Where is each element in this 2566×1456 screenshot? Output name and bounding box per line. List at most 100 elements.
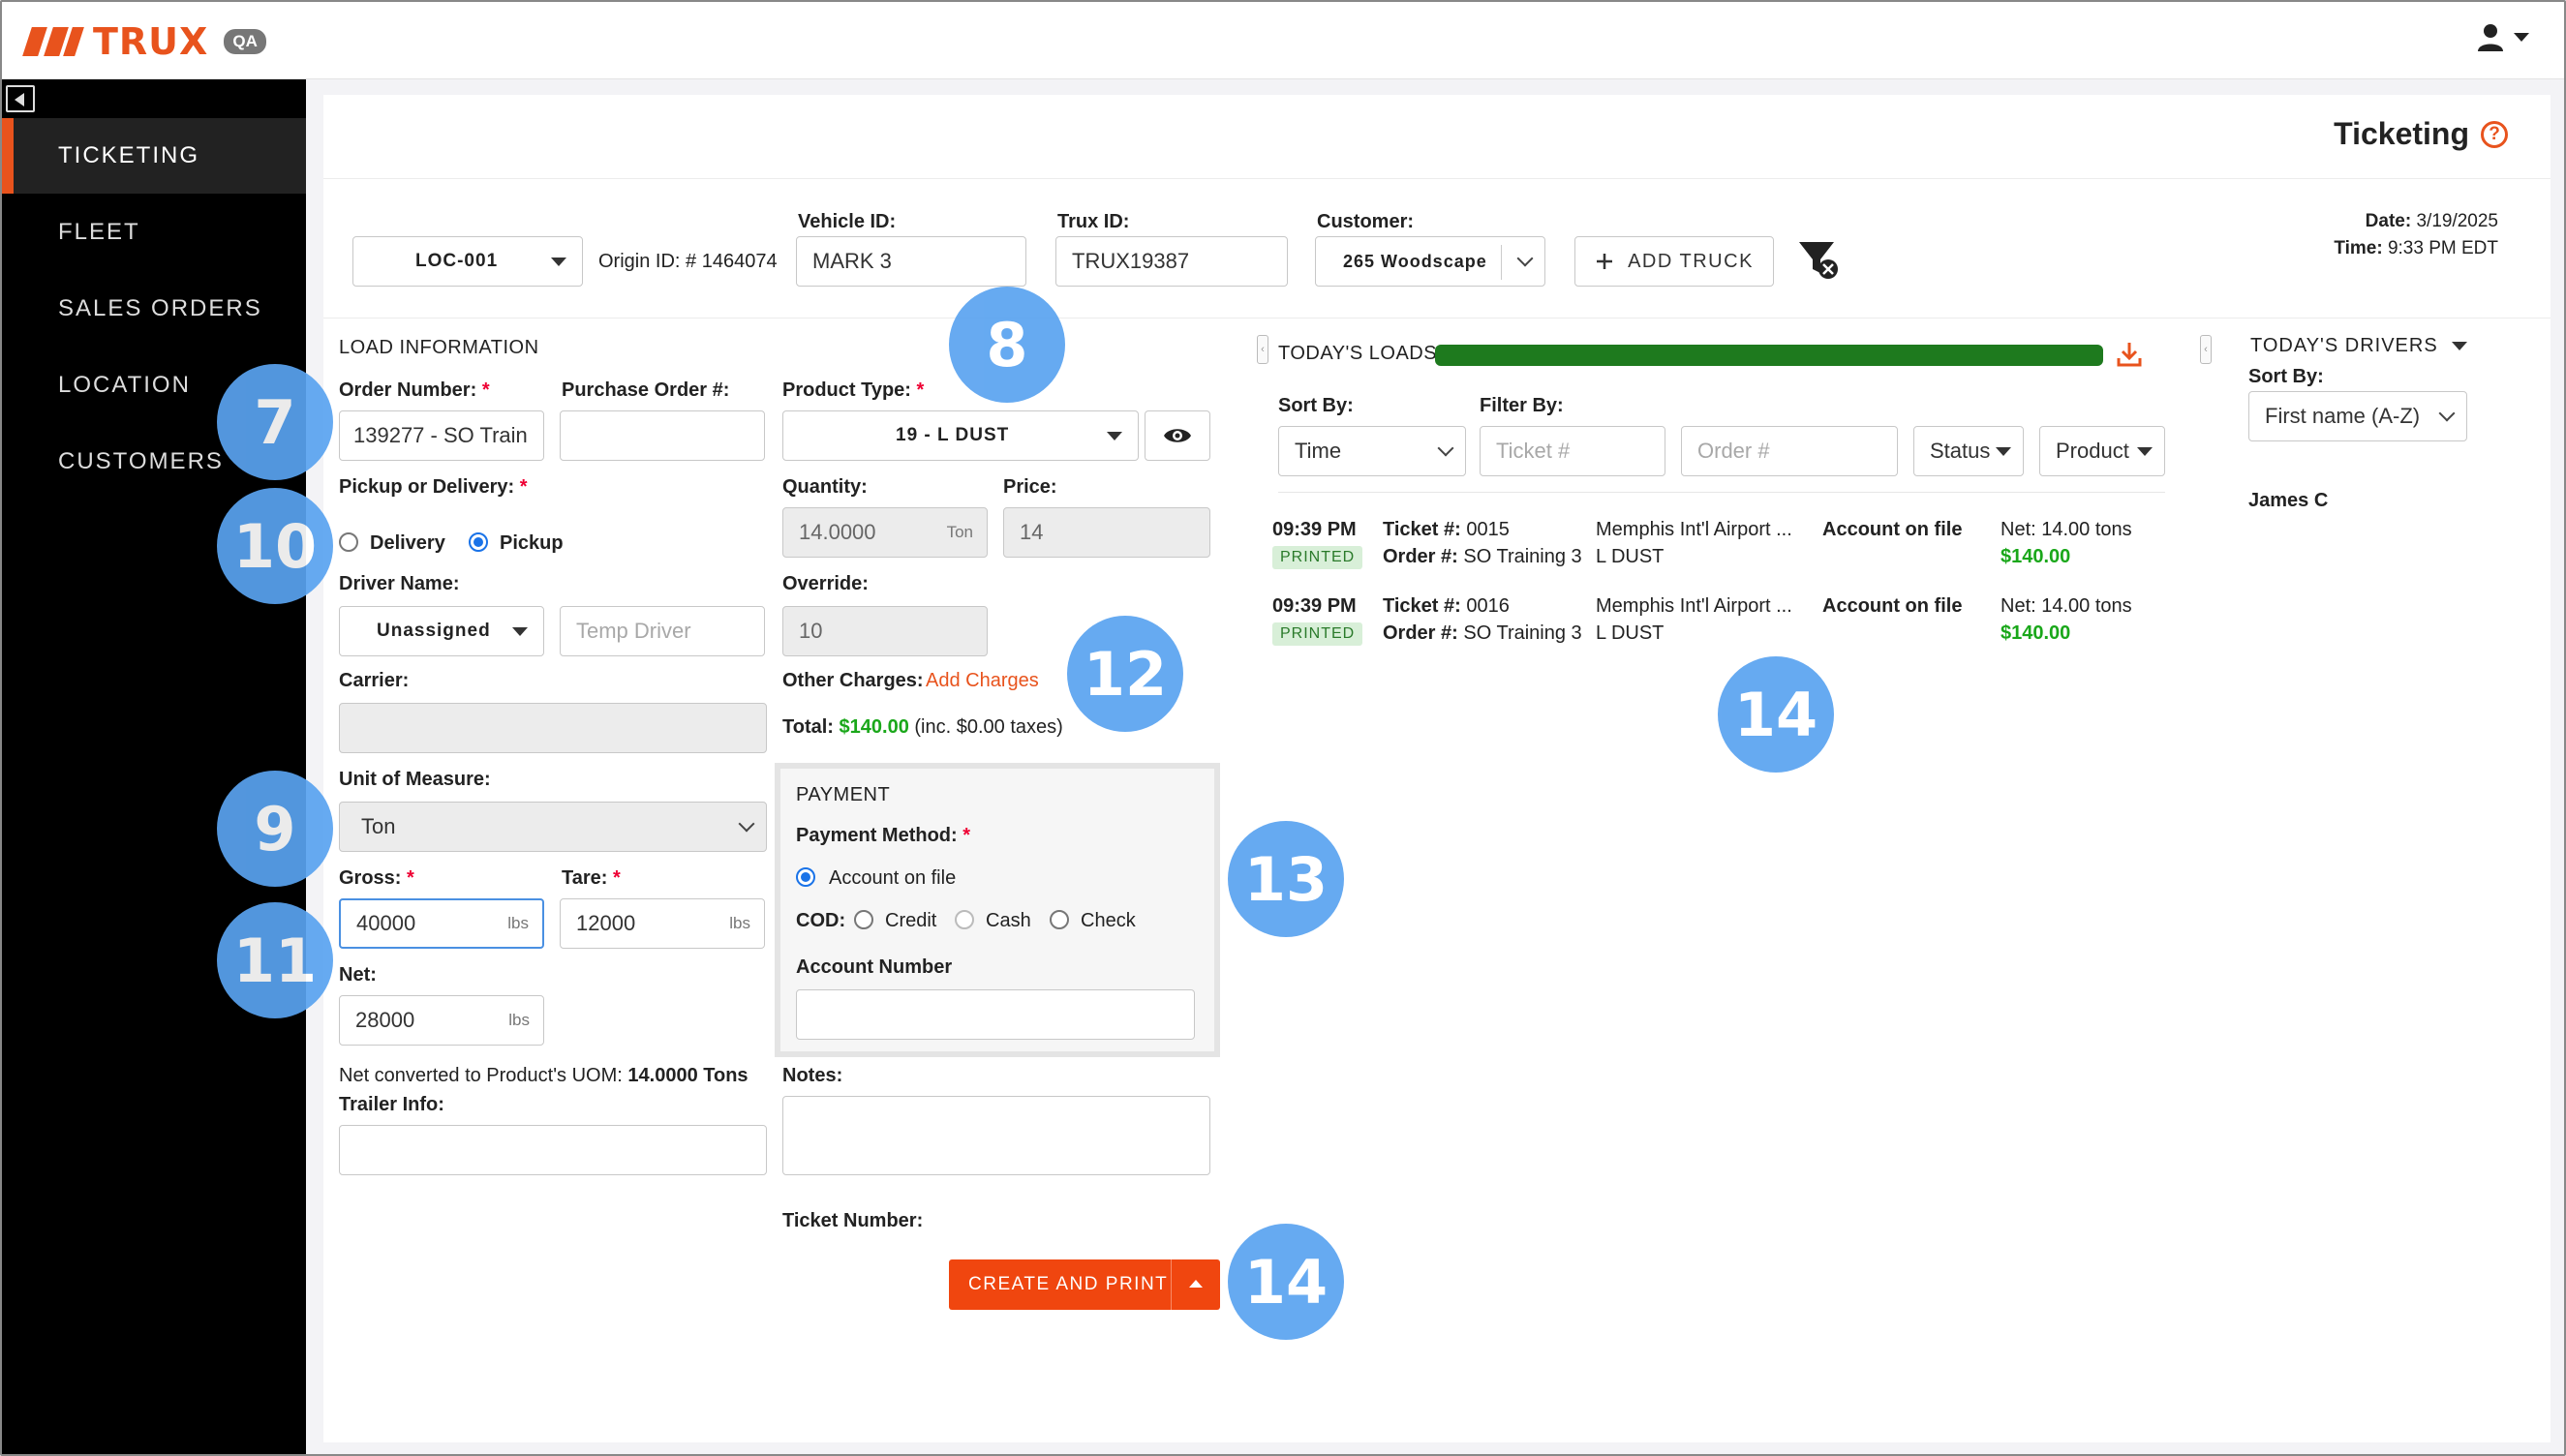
loads-progress-bar [1435, 345, 2103, 366]
annotation-badge: 14 [1718, 656, 1834, 773]
time-label: Time: [2334, 238, 2383, 258]
load-amount: $140.00 [2001, 546, 2071, 567]
driver-select[interactable]: Unassigned [339, 606, 544, 656]
cash-label: Cash [986, 910, 1031, 931]
credit-radio[interactable] [854, 910, 873, 929]
panel-resize-handle[interactable]: ‹ [2200, 335, 2212, 364]
carrier-input[interactable] [339, 703, 767, 753]
account-on-file-label: Account on file [829, 867, 957, 889]
delivery-radio[interactable] [339, 532, 358, 552]
account-on-file-radio[interactable] [796, 867, 815, 887]
drivers-sort-select[interactable]: First name (A-Z) [2248, 391, 2467, 441]
collapse-sidebar-icon[interactable] [6, 85, 35, 112]
order-number-input[interactable]: 139277 - SO Train [339, 410, 544, 461]
order-number-label: Order Number: * [339, 379, 490, 401]
quantity-input[interactable]: 14.0000 Ton [782, 507, 988, 558]
notes-label: Notes: [782, 1065, 843, 1086]
create-and-print-button[interactable]: CREATE AND PRINT [949, 1259, 1220, 1310]
load-location: Memphis Int'l Airport ... [1596, 595, 1792, 617]
load-payment: Account on file [1822, 595, 1963, 617]
pickup-delivery-label: Pickup or Delivery: * [339, 476, 528, 498]
net-input[interactable]: 28000 lbs [339, 995, 544, 1046]
net-label: Net: [339, 964, 377, 986]
cash-radio[interactable] [955, 910, 974, 929]
chevron-down-icon [2438, 405, 2456, 422]
notes-textarea[interactable] [782, 1096, 1210, 1175]
product-filter-dropdown[interactable]: Product [2039, 426, 2165, 476]
payment-title: PAYMENT [796, 784, 891, 805]
payment-section: PAYMENT Payment Method: * Account on fil… [775, 763, 1220, 1057]
status-badge: PRINTED [1272, 546, 1363, 569]
ticket-number-label: Ticket Number: [782, 1210, 924, 1231]
chevron-down-icon [1516, 250, 1534, 267]
annotation-badge: 12 [1067, 616, 1183, 732]
add-truck-button[interactable]: ADD TRUCK [1574, 236, 1774, 287]
override-input[interactable]: 10 [782, 606, 988, 656]
drivers-sort-label: Sort By: [2248, 366, 2324, 387]
net-converted-text: Net converted to Product's UOM: [339, 1065, 623, 1086]
sort-by-value: Time [1295, 439, 1342, 463]
driver-list-item[interactable]: James C [2248, 490, 2328, 512]
customer-select[interactable]: 265 Woodscape [1315, 236, 1545, 287]
loads-progress-fill [1435, 345, 2103, 366]
chevron-down-icon [2137, 447, 2153, 456]
gross-label: Gross: * [339, 867, 414, 889]
account-number-input[interactable] [796, 989, 1195, 1040]
sort-by-select[interactable]: Time [1278, 426, 1466, 476]
sidebar-item-sales-orders[interactable]: SALES ORDERS [2, 271, 306, 347]
load-ticket: Ticket #: 0015 [1383, 519, 1510, 540]
check-radio[interactable] [1050, 910, 1069, 929]
trux-id-input[interactable]: TRUX19387 [1055, 236, 1288, 287]
temp-driver-input[interactable]: Temp Driver [560, 606, 765, 656]
todays-drivers-toggle[interactable]: TODAY'S DRIVERS [2250, 335, 2468, 357]
drivers-sort-value: First name (A-Z) [2265, 404, 2421, 428]
sidebar-item-fleet[interactable]: FLEET [2, 195, 306, 270]
override-label: Override: [782, 573, 869, 594]
carrier-label: Carrier: [339, 670, 410, 691]
panel-resize-handle[interactable]: ‹ [1257, 335, 1268, 364]
add-charges-link[interactable]: Add Charges [926, 670, 1039, 692]
user-icon [2478, 24, 2503, 51]
ticket-filter-input[interactable]: Ticket # [1480, 426, 1665, 476]
pickup-radio[interactable] [469, 532, 488, 552]
location-select[interactable]: LOC-001 [352, 236, 583, 287]
credit-label: Credit [885, 910, 937, 931]
trailer-info-label: Trailer Info: [339, 1094, 444, 1115]
divider [323, 178, 2551, 179]
purchase-order-input[interactable] [560, 410, 765, 461]
delivery-label: Delivery [370, 532, 445, 554]
product-filter-label: Product [2056, 439, 2129, 463]
date-value: 3/19/2025 [2416, 211, 2498, 231]
net-unit: lbs [508, 1011, 530, 1029]
help-icon[interactable]: ? [2481, 120, 2508, 148]
user-menu[interactable] [2477, 23, 2529, 52]
sidebar-item-ticketing[interactable]: TICKETING [2, 118, 306, 194]
product-type-label: Product Type: * [782, 379, 925, 401]
load-location: Memphis Int'l Airport ... [1596, 519, 1792, 540]
trailer-info-input[interactable] [339, 1125, 767, 1175]
check-label: Check [1081, 910, 1136, 931]
brand-logo[interactable]: TRUX QA [22, 23, 266, 60]
load-net: Net: 14.00 tons [2001, 595, 2132, 617]
view-product-button[interactable] [1145, 410, 1210, 461]
status-filter-dropdown[interactable]: Status [1913, 426, 2024, 476]
gross-input[interactable]: 40000 lbs [339, 898, 544, 949]
chevron-down-icon [1437, 440, 1454, 457]
tare-unit: lbs [729, 914, 750, 932]
vehicle-id-input[interactable]: MARK 3 [796, 236, 1026, 287]
net-value: 28000 [355, 1008, 415, 1032]
product-type-select[interactable]: 19 - L DUST [782, 410, 1139, 461]
clear-filter-icon[interactable] [1797, 240, 1842, 281]
uom-select[interactable]: Ton [339, 802, 767, 852]
load-time: 09:39 PM [1272, 519, 1357, 540]
sidebar: TICKETING FLEET SALES ORDERS LOCATION CU… [2, 79, 306, 1454]
pickup-label: Pickup [500, 532, 564, 554]
load-ticket: Ticket #: 0016 [1383, 595, 1510, 617]
download-icon[interactable] [2117, 341, 2142, 368]
price-input[interactable]: 14 [1003, 507, 1210, 558]
tare-input[interactable]: 12000 lbs [560, 898, 765, 949]
eye-icon [1164, 429, 1191, 442]
chevron-up-icon[interactable] [1189, 1280, 1203, 1288]
order-filter-input[interactable]: Order # [1681, 426, 1898, 476]
env-badge: QA [224, 29, 266, 54]
